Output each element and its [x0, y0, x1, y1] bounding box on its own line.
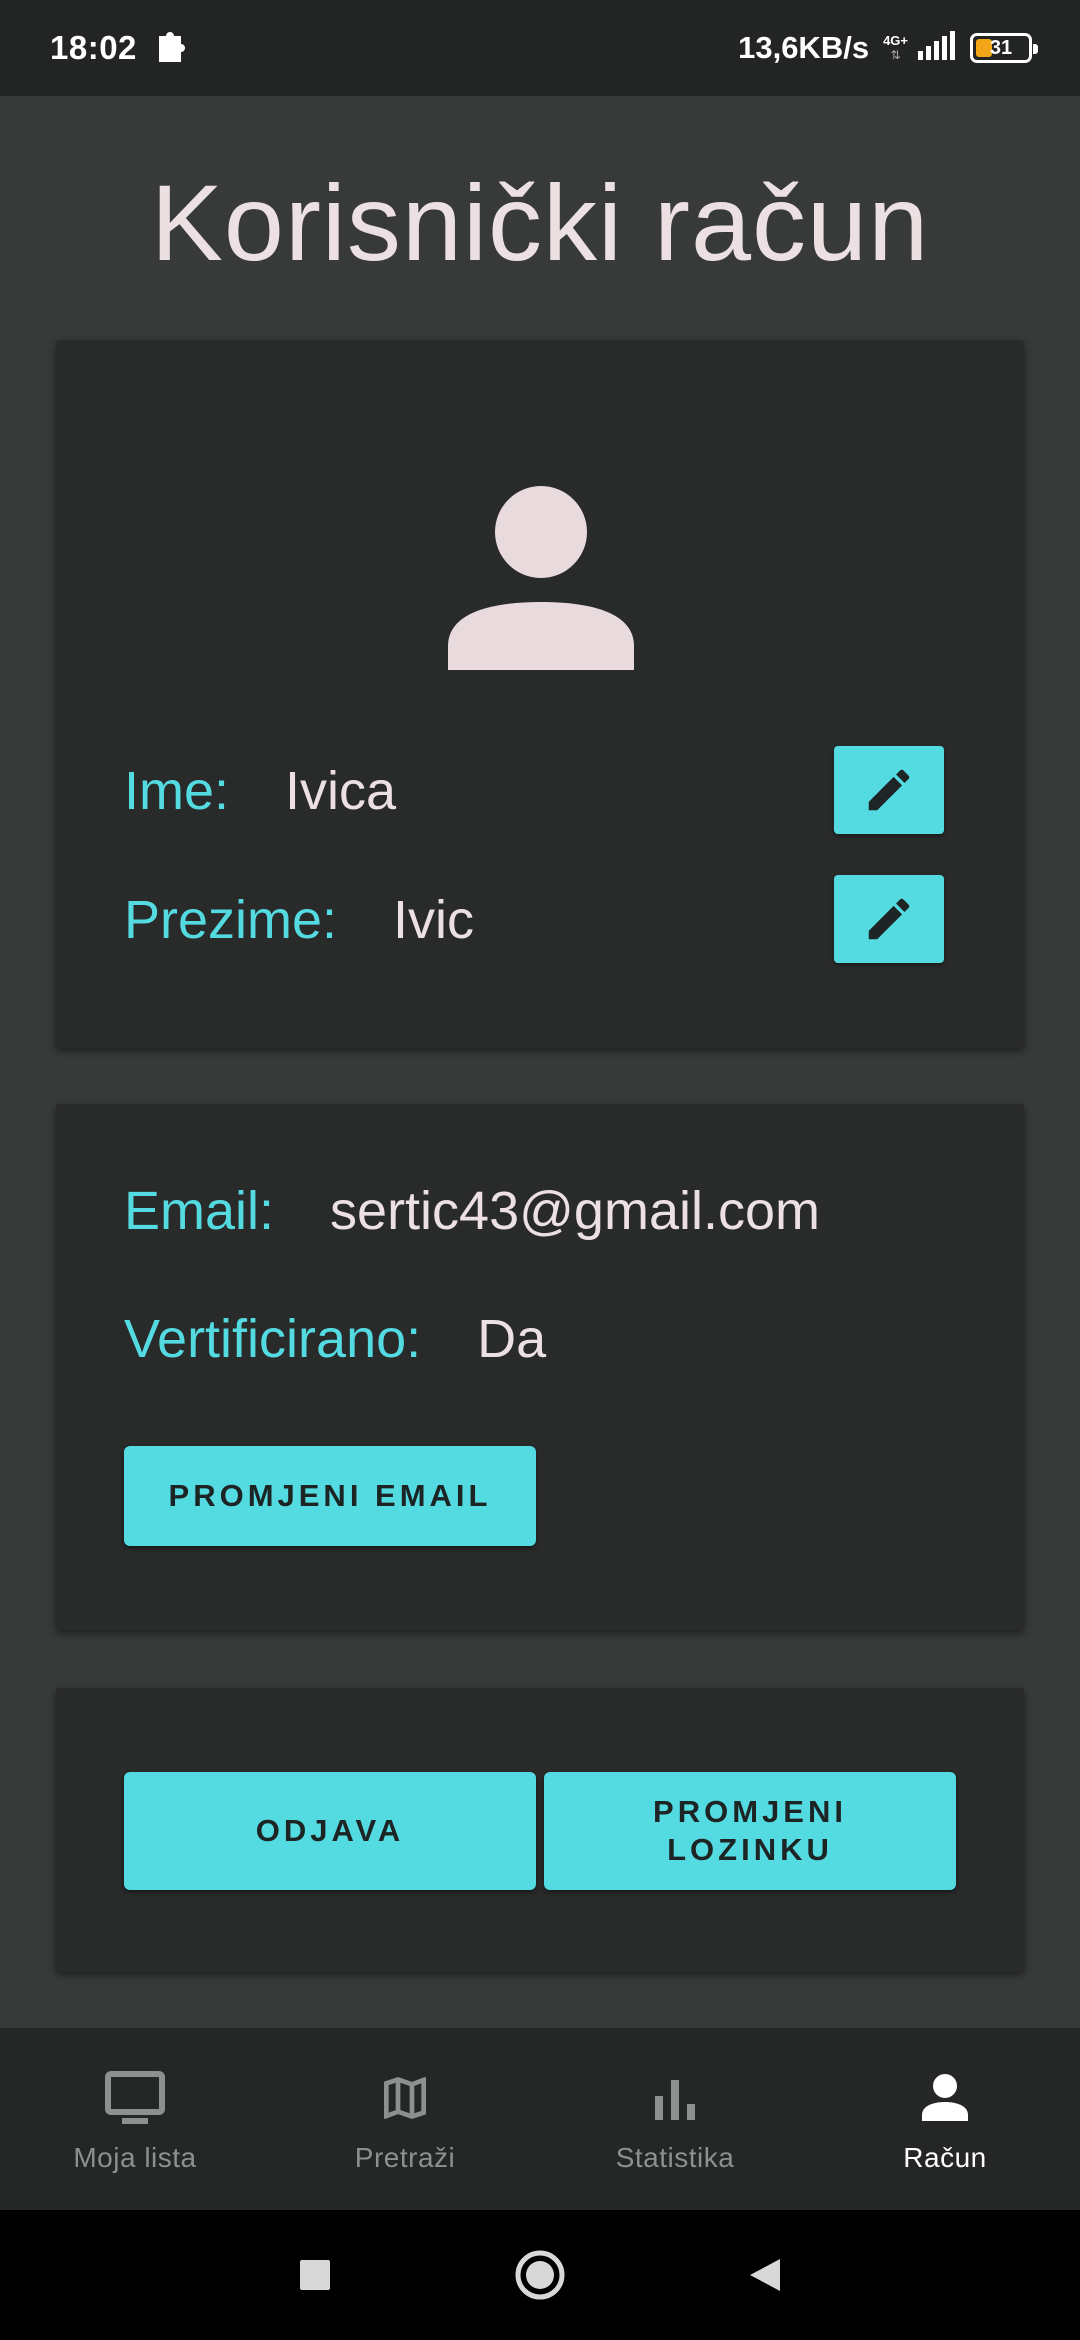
person-icon — [913, 2066, 977, 2130]
nav-label: Pretraži — [354, 2142, 456, 2173]
system-navigation-bar — [0, 2210, 1080, 2340]
logout-button[interactable]: ODJAVA — [124, 1772, 536, 1890]
home-button[interactable] — [510, 2210, 570, 2340]
nav-item-pretrazi[interactable]: Pretraži — [270, 2028, 540, 2210]
email-row: Email: sertic43@gmail.com — [124, 1180, 820, 1242]
nav-label: Račun — [903, 2142, 987, 2173]
nav-item-moja-lista[interactable]: Moja lista — [0, 2028, 270, 2210]
pencil-icon — [868, 769, 910, 811]
data-arrows-icon: ⇅ — [890, 48, 901, 62]
circle-icon — [515, 2250, 565, 2300]
verified-label: Vertificirano: — [124, 1309, 422, 1369]
actions-card: ODJAVA PROMJENI LOZINKU — [56, 1688, 1024, 1972]
network-type: 4G+ ⇅ — [883, 33, 908, 63]
avatar-icon — [448, 486, 634, 670]
square-icon — [300, 2260, 330, 2290]
puzzle-icon — [155, 28, 189, 69]
bottom-navigation: Moja lista Pretraži Statistika Račun — [0, 2028, 1080, 2210]
change-email-button[interactable]: PROMJENI EMAIL — [124, 1446, 536, 1546]
network-speed: 13,6KB/s — [738, 30, 870, 65]
profile-card: Ime: Ivica Prezime: Ivic — [56, 340, 1024, 1048]
email-card: Email: sertic43@gmail.com Vertificirano:… — [56, 1104, 1024, 1630]
account-screen: 18:02 13,6KB/s 4G+ ⇅ 31 Korisnički račun… — [0, 0, 1080, 2340]
first-name-row: Ime: Ivica — [124, 760, 396, 822]
battery-icon: 31 — [970, 33, 1038, 63]
recents-button[interactable] — [285, 2210, 345, 2340]
back-triangle-icon — [750, 2259, 780, 2291]
first-name-label: Ime: — [124, 761, 230, 821]
change-password-button[interactable]: PROMJENI LOZINKU — [544, 1772, 956, 1890]
edit-first-name-button[interactable] — [834, 746, 944, 834]
pencil-icon — [868, 898, 910, 940]
battery-level: 31 — [989, 36, 1013, 59]
last-name-row: Prezime: Ivic — [124, 889, 474, 951]
nav-label: Statistika — [615, 2142, 735, 2173]
monitor-icon — [103, 2066, 167, 2130]
nav-item-statistika[interactable]: Statistika — [540, 2028, 810, 2210]
map-icon — [373, 2066, 437, 2130]
nav-item-racun[interactable]: Račun — [810, 2028, 1080, 2210]
nav-label: Moja lista — [73, 2142, 197, 2173]
bar-chart-icon — [643, 2066, 707, 2130]
status-bar: 18:02 13,6KB/s 4G+ ⇅ 31 — [0, 0, 1080, 96]
page-title: Korisnički račun — [150, 162, 930, 283]
signal-icon — [916, 30, 956, 66]
verified-value: Da — [477, 1309, 547, 1369]
status-time: 18:02 — [50, 29, 137, 66]
change-password-line2: LOZINKU — [667, 1832, 833, 1867]
email-value: sertic43@gmail.com — [330, 1181, 820, 1241]
back-button[interactable] — [735, 2210, 795, 2340]
change-password-line1: PROMJENI — [653, 1794, 847, 1829]
verified-row: Vertificirano: Da — [124, 1308, 546, 1370]
first-name-value: Ivica — [285, 761, 397, 821]
edit-last-name-button[interactable] — [834, 875, 944, 963]
email-label: Email: — [124, 1181, 275, 1241]
last-name-value: Ivic — [393, 890, 475, 950]
last-name-label: Prezime: — [124, 890, 338, 950]
